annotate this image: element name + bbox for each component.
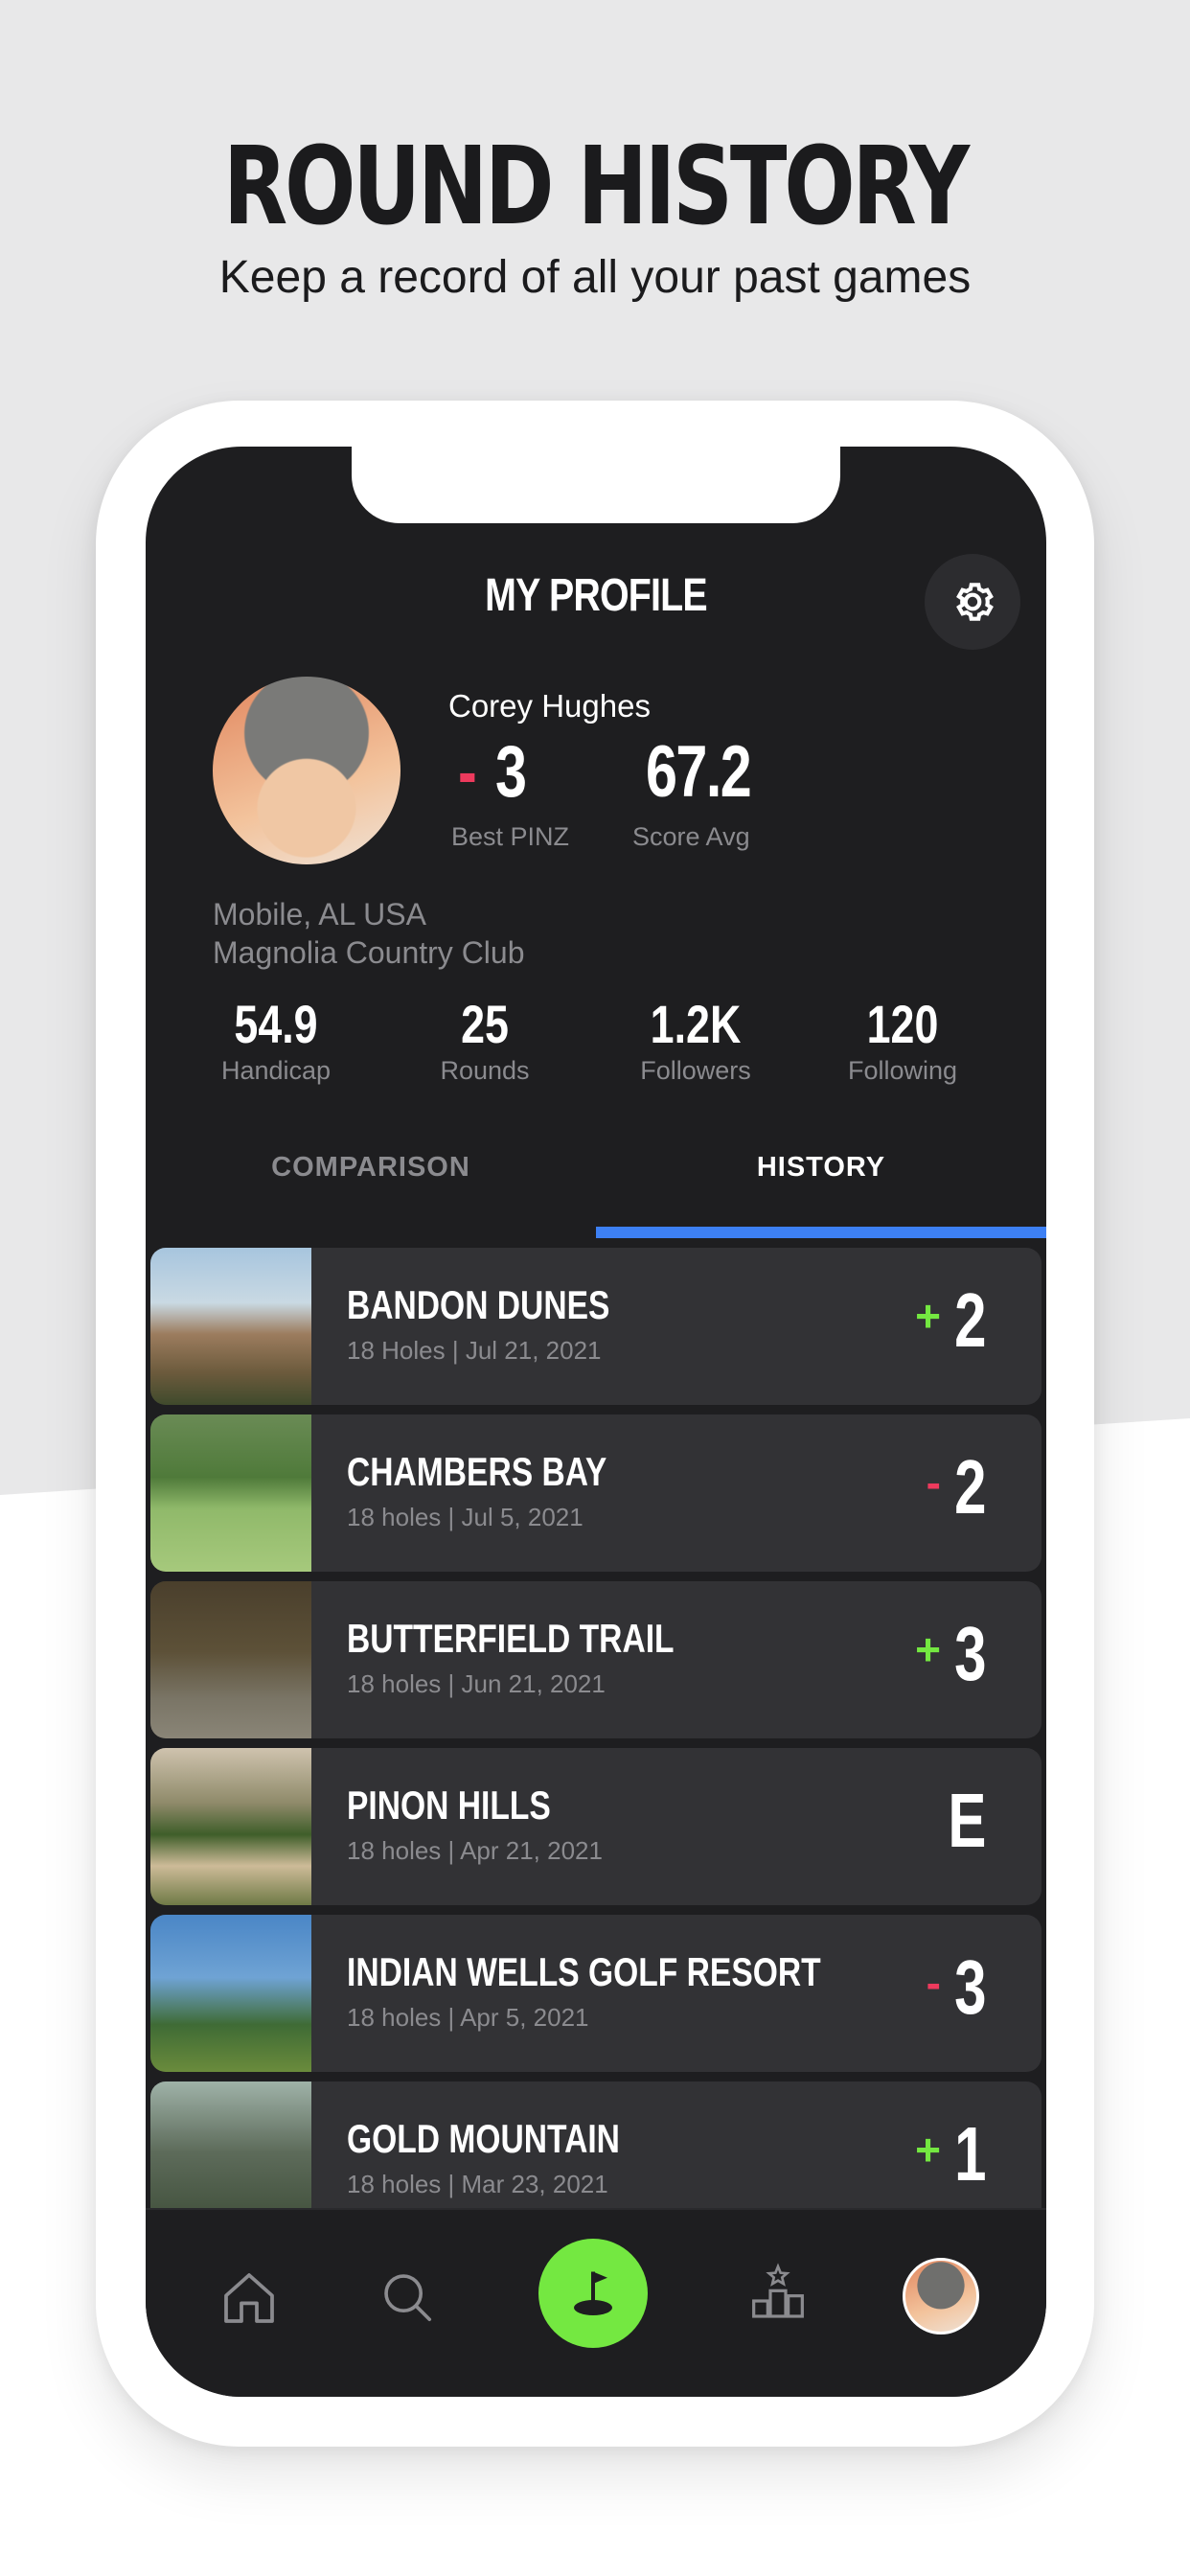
list-item[interactable]: BUTTERFIELD TRAIL 18 holes | Jun 21, 202… bbox=[150, 1581, 1041, 1738]
following-label[interactable]: Following bbox=[807, 1056, 998, 1086]
course-name: BUTTERFIELD TRAIL bbox=[347, 1616, 675, 1661]
page-title: MY PROFILE bbox=[485, 570, 707, 621]
best-pinz-value: 3 bbox=[495, 731, 527, 813]
new-round-button[interactable] bbox=[538, 2239, 648, 2348]
active-tab-indicator bbox=[596, 1227, 1046, 1238]
golf-flag-icon bbox=[574, 2271, 612, 2315]
phone-screen: MY PROFILE Corey Hughes - 3 Best PINZ 67… bbox=[146, 447, 1046, 2397]
followers-value[interactable]: 1.2K bbox=[619, 993, 772, 1055]
score-sign: + bbox=[915, 2125, 941, 2174]
profile-location: Mobile, AL USA bbox=[213, 897, 426, 932]
gear-icon bbox=[956, 583, 994, 621]
list-item[interactable]: BANDON DUNES 18 Holes | Jul 21, 2021 + 2 bbox=[150, 1248, 1041, 1405]
promo-subheadline: Keep a record of all your past games bbox=[218, 252, 972, 303]
course-photo bbox=[150, 1414, 311, 1572]
course-name: BANDON DUNES bbox=[347, 1282, 610, 1327]
profile-avatar-tab[interactable] bbox=[903, 2258, 979, 2334]
rounds-value: 25 bbox=[461, 994, 509, 1054]
round-details: 18 Holes | Jul 21, 2021 bbox=[347, 1336, 602, 1365]
followers-label[interactable]: Followers bbox=[600, 1056, 791, 1086]
best-pinz-sign: - bbox=[458, 731, 477, 813]
score-sign: - bbox=[926, 1458, 941, 1507]
course-name: PINON HILLS bbox=[347, 1782, 551, 1828]
handicap-value: 54.9 bbox=[234, 994, 318, 1054]
course-name: GOLD MOUNTAIN bbox=[347, 2116, 620, 2161]
round-details: 18 holes | Mar 23, 2021 bbox=[347, 2170, 608, 2198]
following-value[interactable]: 120 bbox=[826, 993, 979, 1055]
phone-notch bbox=[352, 447, 840, 523]
handicap-label: Handicap bbox=[220, 1056, 332, 1085]
course-photo bbox=[150, 1915, 311, 2072]
course-name: CHAMBERS BAY bbox=[347, 1449, 607, 1494]
score-sign: + bbox=[915, 1291, 941, 1341]
settings-button[interactable] bbox=[925, 554, 1020, 650]
round-score: 2 bbox=[953, 1277, 986, 1363]
tab-comparison[interactable]: COMPARISON bbox=[146, 1152, 596, 1184]
course-photo bbox=[150, 1581, 311, 1738]
round-score: 3 bbox=[953, 1611, 986, 1696]
tab-history[interactable]: HISTORY bbox=[596, 1152, 1046, 1184]
score-avg-label: Score Avg bbox=[632, 822, 750, 851]
round-score: 2 bbox=[953, 1444, 986, 1530]
round-details: 18 holes | Apr 5, 2021 bbox=[347, 2003, 589, 2032]
profile-club: Magnolia Country Club bbox=[213, 935, 525, 970]
score-sign: - bbox=[926, 1958, 941, 2008]
round-details: 18 holes | Jul 5, 2021 bbox=[347, 1503, 584, 1531]
home-icon[interactable] bbox=[218, 2267, 280, 2334]
promo-headline: ROUND HISTORY bbox=[222, 125, 970, 249]
round-details: 18 holes | Jun 21, 2021 bbox=[347, 1669, 606, 1698]
round-history-list[interactable]: BANDON DUNES 18 Holes | Jul 21, 2021 + 2… bbox=[146, 1238, 1046, 2231]
round-details: 18 holes | Apr 21, 2021 bbox=[347, 1836, 603, 1865]
rounds-label: Rounds bbox=[440, 1056, 530, 1085]
course-name: INDIAN WELLS GOLF RESORT bbox=[347, 1949, 821, 1994]
course-photo bbox=[150, 1248, 311, 1405]
bottom-tab-bar bbox=[146, 2208, 1046, 2397]
best-pinz-label: Best PINZ bbox=[451, 822, 570, 851]
list-item[interactable]: CHAMBERS BAY 18 holes | Jul 5, 2021 - 2 bbox=[150, 1414, 1041, 1572]
score-sign: + bbox=[915, 1624, 941, 1674]
leaderboard-icon[interactable] bbox=[747, 2263, 809, 2329]
round-score: 1 bbox=[953, 2111, 986, 2196]
list-item[interactable]: INDIAN WELLS GOLF RESORT 18 holes | Apr … bbox=[150, 1915, 1041, 2072]
score-avg-value: 67.2 bbox=[646, 731, 752, 813]
round-score: 3 bbox=[953, 1944, 986, 2030]
search-icon[interactable] bbox=[378, 2267, 437, 2332]
profile-avatar[interactable] bbox=[213, 677, 400, 864]
list-item[interactable]: PINON HILLS 18 holes | Apr 21, 2021 E bbox=[150, 1748, 1041, 1905]
profile-name: Corey Hughes bbox=[448, 688, 651, 724]
course-photo bbox=[150, 1748, 311, 1905]
round-score: E bbox=[947, 1778, 986, 1863]
